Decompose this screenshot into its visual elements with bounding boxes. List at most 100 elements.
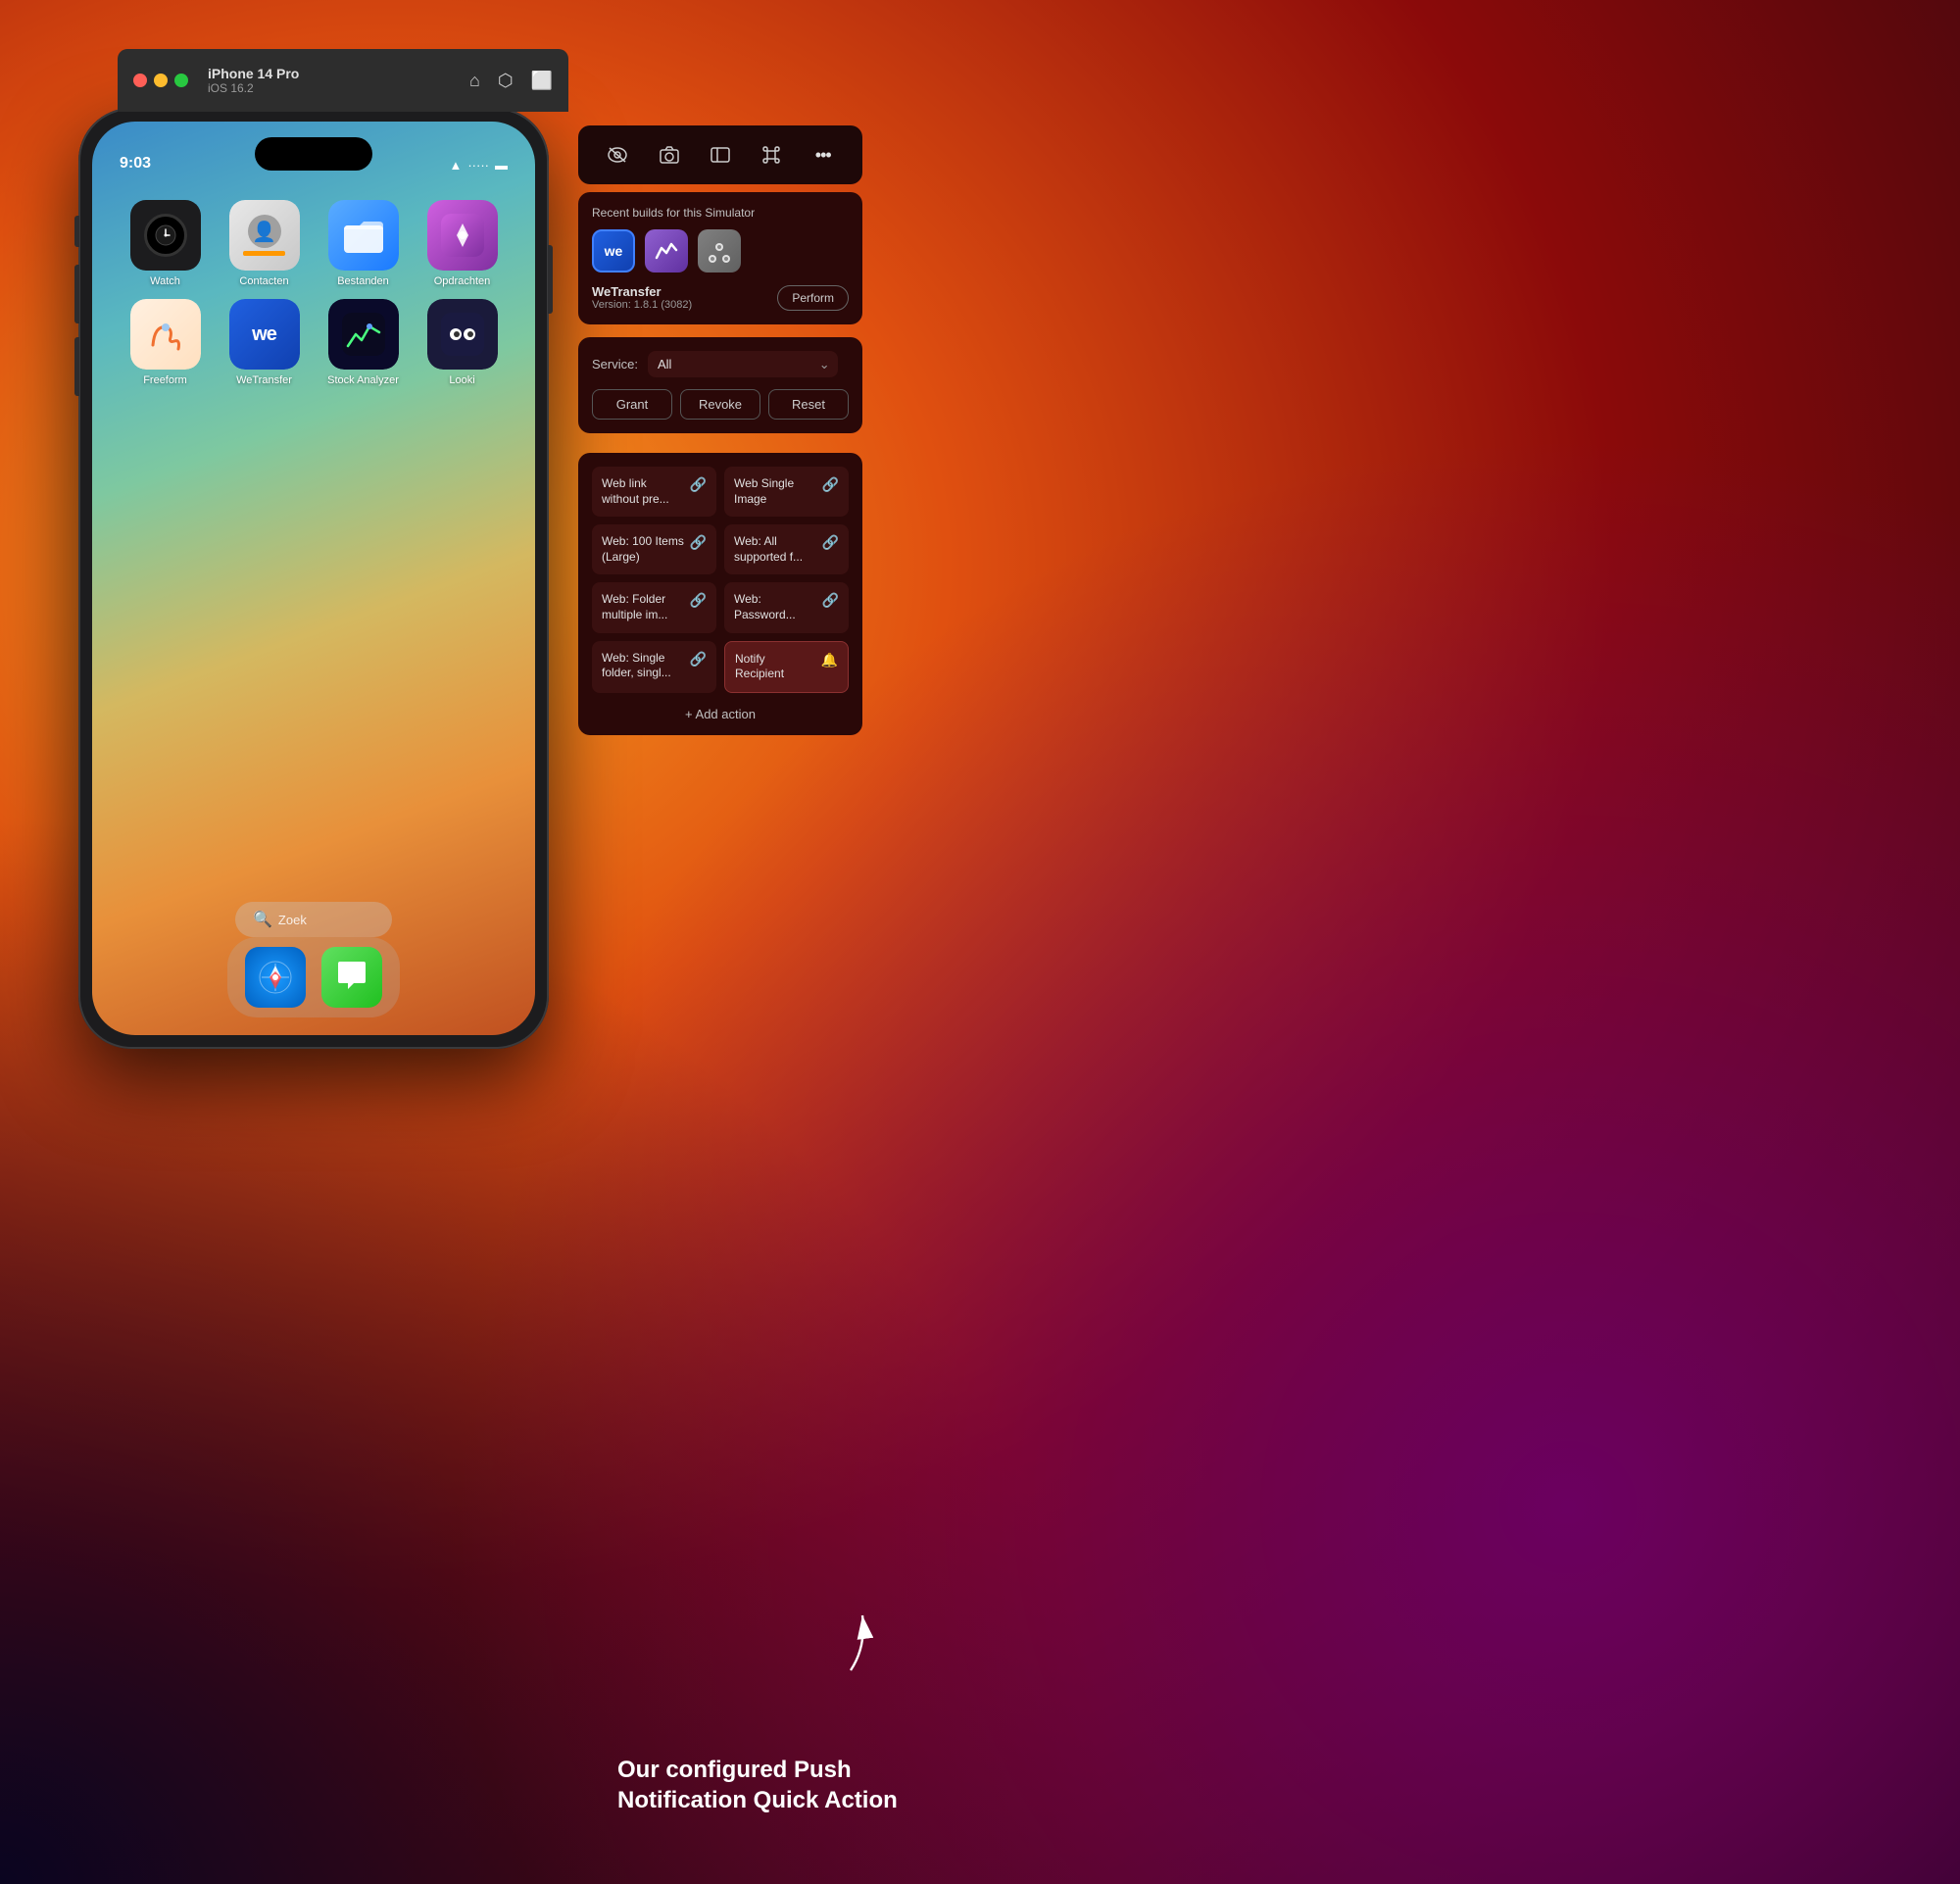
freeform-app-icon <box>130 299 201 370</box>
build-app-purple[interactable] <box>645 229 688 273</box>
app-item-shortcuts[interactable]: Opdrachten <box>418 200 506 287</box>
link-icon-2: 🔗 <box>822 476 839 493</box>
window-toolbar-icons: ⌂ ⬡ ⬜ <box>469 71 553 91</box>
service-select[interactable]: All <box>648 351 838 377</box>
service-buttons: Grant Revoke Reset <box>592 389 849 420</box>
action-web-single-folder[interactable]: Web: Single folder, singl... 🔗 <box>592 641 716 693</box>
action-web-link-label: Web link without pre... <box>602 476 686 507</box>
screenshot-icon[interactable]: ⬡ <box>498 71 514 91</box>
revoke-button[interactable]: Revoke <box>680 389 760 420</box>
home-icon[interactable]: ⌂ <box>469 71 480 91</box>
action-web-single-folder-label: Web: Single folder, singl... <box>602 651 686 681</box>
build-info-text: WeTransfer Version: 1.8.1 (3082) <box>592 284 692 311</box>
action-notify-recipient-label: Notify Recipient <box>735 652 817 682</box>
freeform-icon-inner <box>130 299 201 370</box>
service-panel: Service: All .service-select-display::af… <box>578 337 862 433</box>
messages-icon[interactable] <box>321 947 382 1008</box>
app-item-stockanalyzer[interactable]: Stock Analyzer <box>319 299 407 386</box>
maximize-button[interactable] <box>174 74 188 87</box>
service-select-wrapper: All .service-select-display::after { con… <box>648 351 838 377</box>
action-notify-recipient[interactable]: Notify Recipient 🔔 <box>724 641 849 693</box>
eye-off-button[interactable] <box>602 139 633 171</box>
link-icon-7: 🔗 <box>690 651 707 668</box>
action-web-folder-multiple-label: Web: Folder multiple im... <box>602 592 686 622</box>
annotation-text: Our configured Push Notification Quick A… <box>617 1755 911 1815</box>
link-icon-4: 🔗 <box>822 534 839 551</box>
stockanalyzer-app-label: Stock Analyzer <box>327 374 399 386</box>
action-web-link[interactable]: Web link without pre... 🔗 <box>592 467 716 517</box>
action-web-folder-multiple[interactable]: Web: Folder multiple im... 🔗 <box>592 582 716 632</box>
watch-app-icon <box>130 200 201 271</box>
actions-panel: Web link without pre... 🔗 Web Single Ima… <box>578 453 862 735</box>
action-web-password-label: Web: Password... <box>734 592 818 622</box>
service-label: Service: <box>592 357 638 372</box>
wetransfer-app-label: WeTransfer <box>236 374 292 386</box>
close-button[interactable] <box>133 74 147 87</box>
volume-up-button <box>74 265 79 323</box>
safari-icon[interactable] <box>245 947 306 1008</box>
looki-icon-inner <box>427 299 498 370</box>
app-item-files[interactable]: Bestanden <box>319 200 407 287</box>
more-button[interactable]: ••• <box>808 139 839 171</box>
wetransfer-app-icon: we <box>229 299 300 370</box>
recent-builds-title: Recent builds for this Simulator <box>592 206 849 220</box>
action-web-single-image[interactable]: Web Single Image 🔗 <box>724 467 849 517</box>
build-app-gray[interactable] <box>698 229 741 273</box>
volume-down-button <box>74 337 79 396</box>
contacts-app-label: Contacten <box>239 275 288 287</box>
stockanalyzer-icon-inner <box>328 299 399 370</box>
contacts-app-icon: 👤 <box>229 200 300 271</box>
signal-icon: ····· <box>467 158 489 173</box>
files-app-icon <box>328 200 399 271</box>
simulator-toolbar-panel: ••• <box>578 125 862 184</box>
battery-icon: ▬ <box>495 158 508 173</box>
freeform-app-label: Freeform <box>143 374 187 386</box>
grant-button[interactable]: Grant <box>592 389 672 420</box>
wifi-icon: ▲ <box>449 158 462 173</box>
link-icon-1: 🔗 <box>690 476 707 493</box>
action-web-single-image-label: Web Single Image <box>734 476 818 507</box>
contacts-avatar: 👤 <box>248 215 281 248</box>
search-bar[interactable]: 🔍 Zoek <box>235 902 392 937</box>
build-apps-row: we <box>592 229 849 273</box>
app-item-wetransfer[interactable]: we WeTransfer <box>220 299 308 386</box>
looki-app-icon <box>427 299 498 370</box>
window-title: iPhone 14 Pro <box>208 66 299 81</box>
command-button[interactable] <box>756 139 787 171</box>
action-web-password[interactable]: Web: Password... 🔗 <box>724 582 849 632</box>
stockanalyzer-app-icon <box>328 299 399 370</box>
app-item-contacts[interactable]: 👤 Contacten <box>220 200 308 287</box>
wetransfer-icon-inner: we <box>229 299 300 370</box>
status-time: 9:03 <box>120 155 151 173</box>
perform-button[interactable]: Perform <box>777 285 849 311</box>
traffic-lights <box>133 74 188 87</box>
build-app-name: WeTransfer <box>592 284 692 299</box>
shortcuts-app-icon <box>427 200 498 271</box>
action-web-all-supported[interactable]: Web: All supported f... 🔗 <box>724 524 849 574</box>
minimize-button[interactable] <box>154 74 168 87</box>
sidebar-button[interactable] <box>705 139 736 171</box>
app-item-looki[interactable]: Looki <box>418 299 506 386</box>
iphone-frame: 9:03 ▲ ····· ▬ <box>78 108 549 1049</box>
build-app-version: Version: 1.8.1 (3082) <box>592 299 692 311</box>
recent-builds-panel: Recent builds for this Simulator we We <box>578 192 862 324</box>
app-item-freeform[interactable]: Freeform <box>122 299 209 386</box>
rotate-icon[interactable]: ⬜ <box>531 71 553 91</box>
add-action-text: + Add action <box>685 707 756 721</box>
silent-switch <box>74 216 79 247</box>
dynamic-island <box>255 137 372 171</box>
build-app-wetransfer[interactable]: we <box>592 229 635 273</box>
arrow-annotation <box>821 1600 880 1683</box>
reset-button[interactable]: Reset <box>768 389 849 420</box>
power-button <box>548 245 553 314</box>
action-web-100-items[interactable]: Web: 100 Items (Large) 🔗 <box>592 524 716 574</box>
camera-button[interactable] <box>654 139 685 171</box>
search-text: Zoek <box>278 913 307 927</box>
add-action-row[interactable]: + Add action <box>592 703 849 721</box>
app-item-watch[interactable]: Watch <box>122 200 209 287</box>
iphone-screen: 9:03 ▲ ····· ▬ <box>92 122 535 1035</box>
watch-face <box>144 214 187 257</box>
watch-app-label: Watch <box>150 275 180 287</box>
actions-grid: Web link without pre... 🔗 Web Single Ima… <box>592 467 849 693</box>
action-web-100-items-label: Web: 100 Items (Large) <box>602 534 686 565</box>
